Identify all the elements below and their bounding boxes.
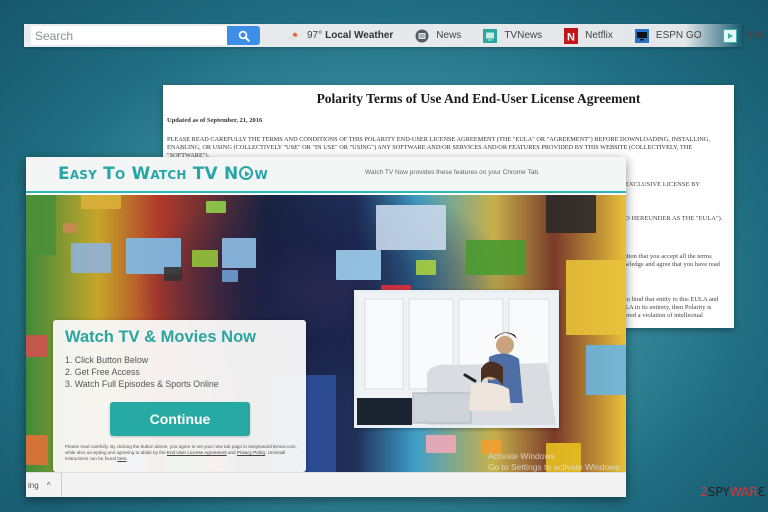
toolbar-link-tvnews[interactable]: TVNews <box>483 28 543 43</box>
collage-tile <box>206 201 226 213</box>
step-item: 1. Click Button Below <box>65 355 149 365</box>
weather-label: Local Weather <box>325 30 394 41</box>
hulu-icon <box>723 28 738 43</box>
watermark-prefix: 2 <box>700 484 708 499</box>
uninstall-here-link[interactable]: here <box>117 456 126 461</box>
steps-list: 1. Click Button Below 2. Get Free Access… <box>65 354 306 390</box>
collage-tile <box>192 250 218 267</box>
step-item: 2. Get Free Access <box>65 367 140 377</box>
collage-tile <box>26 335 48 357</box>
eula-updated-date: Updated as of September, 21, 2016 <box>167 117 263 124</box>
promo-card: Watch TV & Movies Now 1. Click Button Be… <box>53 320 306 472</box>
continue-button[interactable]: Continue <box>110 402 250 436</box>
eula-text-fragment: to bind that entity to this EULA and <box>625 296 719 303</box>
toolbar-link-label: ESPN GO <box>655 30 702 41</box>
brand-logo[interactable]: Easy To Watch TV N w <box>58 164 268 184</box>
toolbar-link-hulu[interactable]: Hulu <box>723 28 766 43</box>
search-input[interactable] <box>31 26 227 45</box>
toolbar-link-label: Netflix <box>585 30 613 41</box>
espn-icon <box>634 28 649 43</box>
collage-tile <box>63 223 77 233</box>
netflix-icon: N <box>564 27 579 44</box>
toolbar-link-label: News <box>436 30 462 41</box>
toolbar-link-netflix[interactable]: N Netflix <box>564 27 613 44</box>
activate-line: Activate Windows <box>487 451 555 461</box>
eula-text-fragment: EXCLUSIVE LICENSE BY <box>625 181 701 188</box>
weather-cloud-sun-icon <box>286 29 300 43</box>
fine-print-text: and <box>226 450 237 455</box>
fine-print: Please read carefully. By clicking the b… <box>65 444 297 462</box>
toolbar-link-label: Hulu <box>744 30 766 41</box>
collage-tile <box>426 435 456 453</box>
news-icon <box>415 29 429 43</box>
collage-tile <box>376 205 446 250</box>
toolbar-link-news[interactable]: News <box>415 29 461 43</box>
collage-tile <box>586 345 626 395</box>
privacy-policy-link[interactable]: Privacy Policy <box>237 450 265 455</box>
watermark-suffix: WAR <box>729 484 758 499</box>
eula-text-fragment: LA in its entirety, then Polarity is <box>625 304 712 311</box>
activate-line: Go to Settings to activate Windows. <box>487 462 622 472</box>
watermark-mid: SPY <box>707 484 730 499</box>
logo-text: Easy To Watch TV N <box>58 164 239 184</box>
collage-tile <box>466 240 526 275</box>
tvnews-icon <box>483 28 498 43</box>
activate-windows-watermark: Activate Windows Go to Settings to activ… <box>488 451 622 473</box>
fine-print-text: . <box>126 456 128 461</box>
header-note: Watch TV Now provides these features on … <box>365 169 540 176</box>
eula-text-fragment: ered a violation of intellectual <box>625 312 703 319</box>
eula-text-fragment: O HEREUNDER AS THE "EULA"). <box>625 215 723 222</box>
step-item: 3. Watch Full Episodes & Sports Online <box>65 379 219 389</box>
search-button[interactable] <box>227 26 260 45</box>
collage-tile <box>164 267 182 281</box>
collage-tile <box>222 238 256 268</box>
eula-link[interactable]: End User License Agreement <box>167 450 227 455</box>
eula-title: Polarity Terms of Use And End-User Licen… <box>316 91 641 106</box>
toolbar-link-label: TVNews <box>504 30 543 41</box>
search-box <box>31 26 260 45</box>
collage-tile <box>546 195 596 233</box>
eula-text-fragment: ition that you accept all the terms <box>625 253 712 260</box>
collage-tile <box>336 250 381 280</box>
page-header: Easy To Watch TV N w Watch TV Now provide… <box>26 157 626 193</box>
download-item[interactable]: ing ^ <box>26 472 62 497</box>
watermark-tail: Ɛ <box>757 484 766 499</box>
easy-to-watch-tv-now-page: Easy To Watch TV N w Watch TV Now provide… <box>26 157 626 497</box>
collage-tile <box>26 435 48 465</box>
photo-illustration <box>357 293 556 425</box>
chevron-up-icon[interactable]: ^ <box>47 481 51 490</box>
collage-tile <box>26 195 56 255</box>
download-item-label: ing <box>28 480 39 490</box>
logo-text-end: w <box>254 164 268 184</box>
collage-tile <box>416 260 436 275</box>
toolbar-link-espn[interactable]: ESPN GO <box>634 28 702 43</box>
search-icon <box>238 30 250 42</box>
collage-tile <box>566 260 626 335</box>
weather-widget[interactable]: 97° Local Weather <box>286 29 393 43</box>
couple-watching-tv-photo <box>354 290 559 428</box>
weather-temp: 97° <box>307 30 323 41</box>
download-bar: ing ^ Activate Windows Go to Settings to… <box>26 451 626 497</box>
promo-title: Watch TV & Movies Now <box>65 328 256 346</box>
2spyware-watermark: 2SPYWARƐ <box>700 484 765 499</box>
eula-text-fragment: wledge and agree that you have read <box>625 261 720 268</box>
play-icon <box>239 166 254 180</box>
collage-tile <box>71 243 111 273</box>
collage-tile <box>81 195 121 209</box>
svg-text:N: N <box>567 31 575 43</box>
new-tab-toolbar: 97° Local Weather News TVNews N Netflix … <box>24 24 765 47</box>
hero-collage: Watch TV & Movies Now 1. Click Button Be… <box>26 195 626 472</box>
collage-tile <box>222 270 238 282</box>
